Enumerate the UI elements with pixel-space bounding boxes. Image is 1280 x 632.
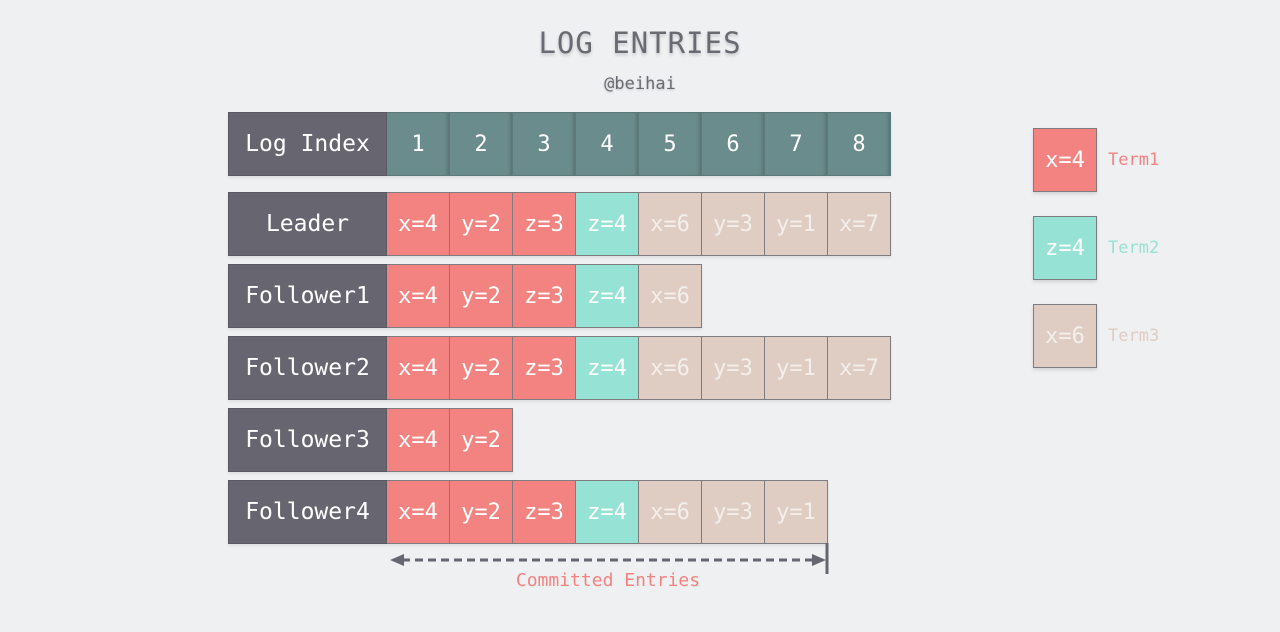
log-entry-cell: y=3 (702, 192, 765, 256)
arrow-head-right (812, 554, 826, 566)
log-entry-cell: y=1 (765, 480, 828, 544)
log-entry-cell: y=2 (450, 192, 513, 256)
log-index-cell: 8 (828, 112, 891, 176)
log-index-label: Log Index (228, 112, 387, 176)
log-entry-cell: x=6 (639, 336, 702, 400)
server-row-follower3: Follower3 x=4 y=2 (228, 408, 513, 472)
log-entry-cell: y=1 (765, 192, 828, 256)
log-entry-cell: x=7 (828, 336, 891, 400)
log-entry-cell: y=3 (702, 480, 765, 544)
log-index-cell: 4 (576, 112, 639, 176)
log-index-cell: 5 (639, 112, 702, 176)
log-entry-cell: z=4 (576, 192, 639, 256)
log-index-cell: 2 (450, 112, 513, 176)
log-index-cell: 7 (765, 112, 828, 176)
server-name-label: Follower3 (228, 408, 387, 472)
log-entry-cell: z=3 (513, 336, 576, 400)
log-entry-cell: x=4 (387, 192, 450, 256)
log-entry-cell: y=2 (450, 480, 513, 544)
log-entry-cell: y=2 (450, 264, 513, 328)
log-entry-cell: z=3 (513, 480, 576, 544)
committed-entries-label: Committed Entries (515, 570, 701, 591)
server-row-follower1: Follower1 x=4 y=2 z=3 z=4 x=6 (228, 264, 702, 328)
log-entry-cell: x=6 (639, 264, 702, 328)
log-entry-cell: z=4 (576, 480, 639, 544)
log-entry-cell: y=2 (450, 408, 513, 472)
log-entry-cell: z=4 (576, 264, 639, 328)
server-name-label: Leader (228, 192, 387, 256)
log-entry-cell: x=4 (387, 408, 450, 472)
server-name-label: Follower1 (228, 264, 387, 328)
log-entry-cell: y=1 (765, 336, 828, 400)
log-index-cell: 3 (513, 112, 576, 176)
legend-label-term3: Term3 (1108, 326, 1160, 346)
log-entry-cell: y=2 (450, 336, 513, 400)
log-entry-cell: x=4 (387, 336, 450, 400)
diagram-title: LOG ENTRIES (538, 26, 742, 60)
log-entry-cell: x=6 (639, 192, 702, 256)
log-index-row: Log Index 12345678 (228, 112, 891, 176)
log-entry-cell: y=3 (702, 336, 765, 400)
legend-swatch-term3: x=6 (1033, 304, 1097, 368)
log-entry-cell: z=4 (576, 336, 639, 400)
log-entry-cell: x=7 (828, 192, 891, 256)
log-entry-cell: z=3 (513, 192, 576, 256)
server-name-label: Follower2 (228, 336, 387, 400)
legend-label-term2: Term2 (1108, 238, 1160, 258)
log-entry-cell: z=3 (513, 264, 576, 328)
server-row-follower2: Follower2 x=4 y=2 z=3 z=4 x=6 y=3 y=1 x=7 (228, 336, 891, 400)
diagram-subtitle: @beihai (604, 74, 676, 94)
server-row-follower4: Follower4 x=4 y=2 z=3 z=4 x=6 y=3 y=1 (228, 480, 828, 544)
log-index-cell: 1 (387, 112, 450, 176)
legend-swatch-term2: z=4 (1033, 216, 1097, 280)
log-entry-cell: x=4 (387, 480, 450, 544)
log-index-cell: 6 (702, 112, 765, 176)
log-entry-cell: x=6 (639, 480, 702, 544)
server-name-label: Follower4 (228, 480, 387, 544)
legend-swatch-term1: x=4 (1033, 128, 1097, 192)
legend-label-term1: Term1 (1108, 150, 1160, 170)
server-row-leader: Leader x=4 y=2 z=3 z=4 x=6 y=3 y=1 x=7 (228, 192, 891, 256)
arrow-head-left (390, 554, 404, 566)
log-entry-cell: x=4 (387, 264, 450, 328)
